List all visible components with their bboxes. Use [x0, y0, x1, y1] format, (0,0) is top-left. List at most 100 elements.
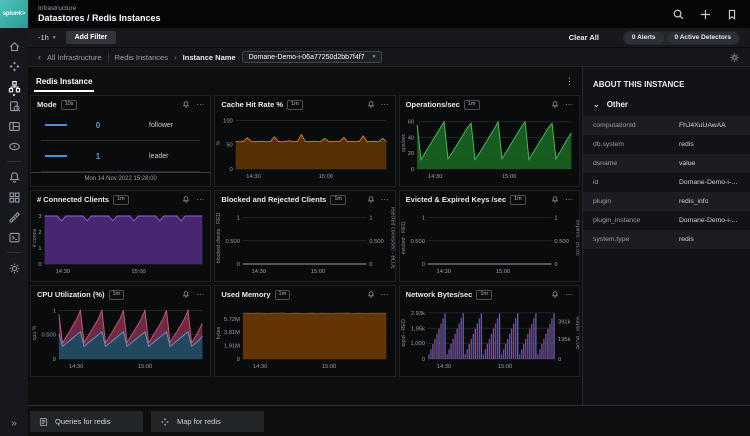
time-range-picker[interactable]: -1h ▾ [38, 33, 56, 42]
chart-card[interactable]: CPU Utilization (%)1m⋯10.5000cpu %14:301… [30, 285, 211, 377]
instance-name-label: Instance Name [183, 53, 236, 62]
settings-gear-icon[interactable] [6, 261, 22, 275]
active-detectors-pill[interactable]: 0 Active Detectors [667, 32, 739, 44]
alert-pills: 0 Alerts 0 Active Detectors [623, 31, 740, 45]
chart-more-menu-icon[interactable]: ⋯ [565, 197, 573, 203]
svg-text:bytes: bytes [216, 326, 222, 339]
chart-card[interactable]: Network Bytes/sec1m⋯2.93k1.95k1,0000391k… [399, 285, 580, 377]
alerts-pill[interactable]: 0 Alerts [624, 32, 664, 44]
chart-more-menu-icon[interactable]: ⋯ [565, 292, 573, 298]
breadcrumb-all-infrastructure[interactable]: All Infrastructure [47, 53, 102, 62]
log-observer-icon[interactable] [6, 99, 22, 113]
chart-alert-bell-icon[interactable] [367, 100, 375, 109]
data-management-icon[interactable] [6, 210, 22, 224]
mode-value: 0 [81, 121, 115, 130]
chart-alert-bell-icon[interactable] [367, 290, 375, 299]
add-filter-button[interactable]: Add Filter [66, 31, 117, 44]
svg-text:%: % [216, 140, 222, 145]
home-icon[interactable] [6, 39, 22, 53]
incident-box-icon[interactable] [6, 230, 22, 244]
property-key: plugin_instance [593, 217, 679, 224]
tab-redis-instance[interactable]: Redis Instance [34, 71, 94, 92]
map-icon [160, 417, 170, 427]
chart-card-header: Cache Hit Rate %1m⋯ [215, 96, 394, 111]
breadcrumb-bar: ‹ All Infrastructure Redis Instances › I… [28, 48, 750, 67]
chart-alert-bell-icon[interactable] [551, 290, 559, 299]
chart-alert-bell-icon[interactable] [551, 195, 559, 204]
svg-text:1: 1 [38, 245, 41, 251]
chart-card-actions: ⋯ [367, 100, 389, 109]
chart-card[interactable]: Mode10s⋯0follower1leaderMon 14 Nov 2022 … [30, 95, 211, 187]
chart-card[interactable]: Used Memory1m⋯5.72M3.81M1.91M0bytes14:30… [214, 285, 395, 377]
infrastructure-icon-active[interactable] [6, 79, 22, 93]
chart-card-header: Used Memory1m⋯ [215, 286, 394, 301]
instance-select-dropdown[interactable]: Domane-Demo-i-06a77250d2bb7f4f7 ▾ [242, 51, 383, 63]
svg-text:1.91M: 1.91M [224, 343, 240, 349]
property-value: redis [679, 236, 694, 243]
chart-body: 10.500010.5000evicted - REDexpired - BLU… [400, 206, 579, 282]
svg-text:15:00: 15:00 [497, 363, 511, 369]
svg-text:195k: 195k [558, 337, 571, 343]
top-bar: Infrastructure Datastores / Redis Instan… [28, 0, 750, 28]
about-section-other[interactable]: ⌄ Other [583, 98, 750, 116]
chart-body: 6040200ops/sec14:3015:00 [400, 111, 579, 187]
property-key: computationId [593, 122, 679, 129]
chart-more-menu-icon[interactable]: ⋯ [196, 102, 204, 108]
breadcrumb-redis-instances[interactable]: Redis Instances [115, 53, 168, 62]
chart-title: Network Bytes/sec [406, 290, 473, 299]
bookmark-icon[interactable] [726, 8, 738, 21]
navigator-icon[interactable] [6, 59, 22, 73]
metrics-grid-icon[interactable] [6, 190, 22, 204]
map-for-redis-tab[interactable]: Map for redis [151, 411, 264, 432]
resolution-badge: 10s [61, 100, 78, 110]
queries-for-redis-tab[interactable]: Queries for redis [30, 411, 143, 432]
chart-card-actions: ⋯ [182, 290, 204, 299]
about-row: computationIdFhJ4XuUAwAA [583, 116, 750, 135]
svg-text:output - BLUE: output - BLUE [574, 316, 579, 350]
resolution-badge: 1m [330, 195, 346, 205]
chart-alert-bell-icon[interactable] [182, 100, 190, 109]
chart-alert-bell-icon[interactable] [551, 100, 559, 109]
chart-card[interactable]: Cache Hit Rate %1m⋯100500%14:3015:00 [214, 95, 395, 187]
chart-card-header: Evicted & Expired Keys /sec1m⋯ [400, 191, 579, 206]
chart-more-menu-icon[interactable]: ⋯ [196, 292, 204, 298]
chart-alert-bell-icon[interactable] [182, 290, 190, 299]
svg-text:ops/sec: ops/sec [401, 133, 407, 152]
chart-card-actions: ⋯ [551, 100, 573, 109]
chart-more-menu-icon[interactable]: ⋯ [381, 197, 389, 203]
chart-more-menu-icon[interactable]: ⋯ [196, 197, 204, 203]
kebab-menu-icon[interactable]: ⋮ [565, 76, 576, 87]
sidebar-expand-icon[interactable]: » [11, 418, 17, 429]
chart-title: # Connected Clients [37, 195, 109, 204]
clear-all-button[interactable]: Clear All [569, 33, 599, 42]
mode-timestamp: Mon 14 Nov 2022 15:28:00 [31, 172, 210, 186]
property-key: plugin [593, 198, 679, 205]
chart-card[interactable]: Blocked and Rejected Clients1m⋯10.500010… [214, 190, 395, 282]
chart-body: 3210# conns14:3015:00 [31, 206, 210, 282]
alerts-bell-icon[interactable] [6, 170, 22, 184]
active-nav-dot [13, 94, 15, 96]
chart-more-menu-icon[interactable]: ⋯ [381, 292, 389, 298]
topbar-titles: Infrastructure Datastores / Redis Instan… [38, 5, 161, 23]
splunk-logo[interactable]: splunk> [0, 0, 28, 28]
chart-body: 100500%14:3015:00 [215, 111, 394, 187]
apm-icon[interactable] [6, 139, 22, 153]
chart-more-menu-icon[interactable]: ⋯ [381, 102, 389, 108]
chart-more-menu-icon[interactable]: ⋯ [565, 102, 573, 108]
back-chevron-icon[interactable]: ‹ [38, 54, 41, 61]
chart-alert-bell-icon[interactable] [182, 195, 190, 204]
chart-title: Used Memory [221, 290, 270, 299]
search-icon[interactable] [672, 8, 685, 21]
charts-grid: Mode10s⋯0follower1leaderMon 14 Nov 2022 … [30, 95, 580, 377]
chart-card[interactable]: Evicted & Expired Keys /sec1m⋯10.500010.… [399, 190, 580, 282]
dashboard-settings-gear-icon[interactable] [729, 52, 740, 63]
dashboards-icon[interactable] [6, 119, 22, 133]
chart-alert-bell-icon[interactable] [367, 195, 375, 204]
svg-text:5.72M: 5.72M [224, 316, 240, 322]
chart-card[interactable]: # Connected Clients1m⋯3210# conns14:3015… [30, 190, 211, 282]
plus-icon[interactable] [699, 8, 712, 21]
svg-text:14:30: 14:30 [436, 268, 450, 274]
chart-card[interactable]: Operations/sec1m⋯6040200ops/sec14:3015:0… [399, 95, 580, 187]
queries-icon [39, 417, 48, 427]
svg-text:15:00: 15:00 [322, 363, 336, 369]
